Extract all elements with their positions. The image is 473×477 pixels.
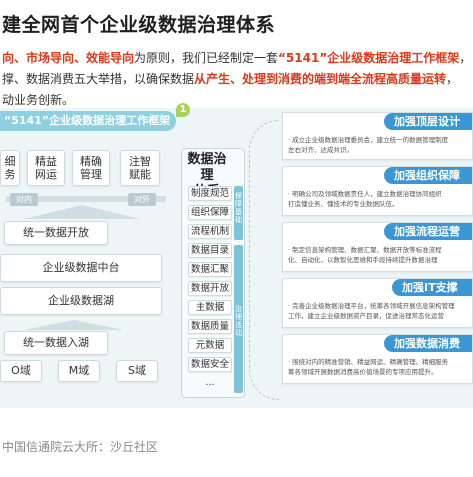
gov-item-more: ...: [205, 377, 215, 388]
layer-data-lake: 企业级数据湖: [0, 287, 162, 315]
strip-activities-label: 治理活动: [235, 305, 242, 337]
gov-item-metadata: 元数据: [188, 338, 232, 353]
strip-foundation-label: 保障基础: [235, 192, 242, 224]
layer-data-open: 统一数据开放: [4, 221, 108, 245]
strip-activities: 治理活动: [234, 245, 243, 393]
intro-punct: ，: [459, 51, 472, 65]
measure-box-3: 加强流程运营 · 制定信息架构管理、数据汇聚、数据开放等标准流程 化、自动化，以…: [282, 222, 473, 272]
measure-box-5: 加强数据消费 · 围绕对内的精准营销、精益网运、精确管理、精细服务 筹各领域开展…: [282, 334, 473, 384]
source-note: 中国信通院云大所：沙丘社区: [2, 440, 159, 454]
measure-heading-1: 加强顶层设计: [384, 113, 472, 130]
layer-data-platform: 企业级数据中台: [0, 254, 162, 282]
measure-text: · 围绕对内的精准营销、精益网运、精确管理、精细服务: [288, 358, 449, 366]
intro-highlight-principles: 向、市场导向、效能导向: [2, 51, 135, 65]
measure-text: · 制定信息架构管理、数据汇聚、数据开放等标准流程: [288, 246, 442, 254]
measure-text: · 明确公司及领域数据责任人，建立数据治理协同组织: [288, 190, 442, 198]
measure-heading-2: 加强组织保障: [384, 167, 472, 184]
domain-s: S域: [116, 360, 158, 382]
measure-text: · 成立企业级数据治理委员会，建立统一的数据管理制度: [288, 136, 449, 144]
measure-text: 化、自动化，以数智化思维和手段持续提升数据治理: [288, 256, 438, 264]
scenario-box-management: 精确 管理: [72, 150, 110, 186]
layer-data-ingest: 统一数据入湖: [4, 331, 108, 355]
gov-item-aggregation: 数据汇聚: [188, 262, 232, 277]
gov-item-quality: 数据质量: [188, 319, 232, 334]
page-title: 建全网首个企业级数据治理体系: [2, 14, 276, 36]
up-arrow-icon: [24, 320, 124, 330]
measure-heading-3: 加强流程运营: [384, 223, 472, 240]
intro-text: 为原则，我们已经制定一套: [134, 51, 279, 65]
gov-item-master: 主数据: [188, 300, 232, 315]
intro-line-2: 撑、数据消费五大举措，以确保数据从产生、处理到消费的端到端全流程高质量运转，: [2, 69, 458, 90]
measure-box-4: 加强IT支撑 · 完善企业级数据治理平台，统筹各领域开展信息架构管理 工作，建立…: [282, 278, 473, 328]
intro-highlight-framework: “5141”企业级数据治理工作框架: [278, 51, 460, 65]
up-arrow-icon: [24, 205, 140, 219]
gov-item-policy: 制度规范: [188, 186, 232, 201]
intro-text: 撑、数据消费五大举措，以确保数据: [2, 72, 195, 86]
measure-text: 左右对齐、达成共识。: [288, 146, 353, 154]
leaf-icon: 1: [176, 103, 190, 117]
measure-text: 筹各领域开展数据消费高价值场景的专项应用提升。: [288, 368, 438, 376]
measure-text: 打造懂业务、懂技术的专业数据队伍。: [288, 200, 399, 208]
gov-item-org: 组织保障: [188, 205, 232, 220]
gov-item-process: 流程机制: [188, 224, 232, 239]
measure-text: · 完善企业级数据治理平台，统筹各领域开展信息架构管理: [288, 302, 455, 310]
measure-heading-5: 加强数据消费: [384, 335, 472, 352]
scenario-box-network: 精益 网运: [27, 150, 65, 186]
intro-highlight-e2e: 从产生、处理到消费的端到端全流程高质量运转: [194, 72, 447, 86]
connector-arc: [249, 120, 279, 400]
framework-banner: “5141”企业级数据治理工作框架: [0, 111, 176, 131]
measure-box-1: 加强顶层设计 · 成立企业级数据治理委员会，建立统一的数据管理制度 左右对齐、达…: [282, 112, 473, 160]
measure-text: 工作，建立企业级数据资产目录，促进治理常态化运营: [288, 312, 444, 320]
gov-item-open: 数据开放: [188, 281, 232, 296]
measure-box-2: 加强组织保障 · 明确公司及领域数据责任人，建立数据治理协同组织 打造懂业务、懂…: [282, 166, 473, 216]
scenario-box-enable: 注智 赋能: [120, 150, 160, 186]
domain-o: O域: [0, 360, 42, 382]
scenario-box-service: 细 务: [0, 150, 20, 186]
intro-punct: ，: [446, 72, 459, 86]
gov-item-security: 数据安全: [188, 357, 232, 372]
gov-item-catalog: 数据目录: [188, 243, 232, 258]
measure-heading-4: 加强IT支撑: [392, 279, 472, 296]
intro-line-1: 向、市场导向、效能导向为原则，我们已经制定一套“5141”企业级数据治理工作框架…: [2, 48, 471, 69]
strip-foundation: 保障基础: [234, 186, 243, 240]
domain-m: M域: [58, 360, 100, 382]
